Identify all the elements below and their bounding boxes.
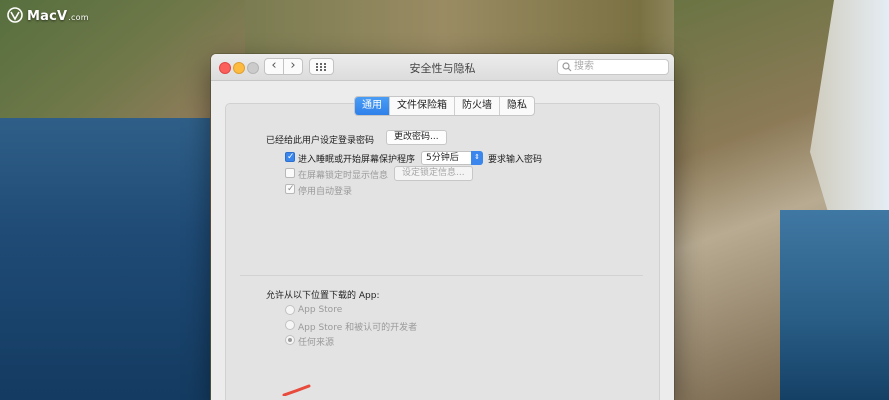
radio-anywhere-label: 任何来源 <box>298 338 335 348</box>
download-source-heading: 允许从以下位置下载的 App: <box>266 291 380 301</box>
wallpaper-sea-left <box>0 118 210 400</box>
set-lock-message-button[interactable]: 设定锁定信息... <box>394 166 473 181</box>
lock-message-checkbox[interactable] <box>285 168 295 178</box>
lock-message-label: 在屏幕锁定时显示信息 <box>298 171 389 181</box>
password-delay-value: 5分钟后 <box>426 153 459 163</box>
chevron-updown-icon: ⇕ <box>471 151 483 165</box>
watermark-brand: MacV <box>27 9 68 24</box>
security-privacy-window: ‹ › 安全性与隐私 搜索 通用 文件保险箱 防火墙 隐私 已经给此用户设定登录… <box>211 54 674 400</box>
tab-bar: 通用 文件保险箱 防火墙 隐私 <box>354 96 535 116</box>
tab-firewall[interactable]: 防火墙 <box>455 97 500 115</box>
search-icon <box>562 62 572 72</box>
require-password-suffix: 要求输入密码 <box>488 155 543 165</box>
radio-anywhere[interactable] <box>285 335 295 345</box>
require-password-label: 进入睡眠或开始屏幕保护程序 <box>298 155 416 165</box>
disable-autologin-label: 停用自动登录 <box>298 187 353 197</box>
settings-panel <box>225 103 660 400</box>
require-password-checkbox[interactable]: ✓ <box>285 152 295 162</box>
watermark-logo: MacV.com <box>6 7 89 24</box>
radio-app-store-label: App Store <box>298 305 343 315</box>
search-placeholder: 搜索 <box>574 61 594 72</box>
titlebar: ‹ › 安全性与隐私 搜索 <box>211 54 674 81</box>
section-divider <box>240 275 643 276</box>
radio-app-store[interactable] <box>285 305 295 315</box>
password-set-label: 已经给此用户设定登录密码 <box>266 136 375 146</box>
password-delay-select[interactable]: 5分钟后 ⇕ <box>421 151 483 165</box>
tab-privacy[interactable]: 隐私 <box>500 97 534 115</box>
tab-general[interactable]: 通用 <box>355 97 390 115</box>
change-password-button[interactable]: 更改密码... <box>386 130 447 145</box>
search-field[interactable]: 搜索 <box>557 59 669 75</box>
disable-autologin-checkbox[interactable]: ✓ <box>285 184 295 194</box>
watermark-suffix: .com <box>68 13 89 22</box>
macv-logo-icon <box>6 7 24 23</box>
tab-filevault[interactable]: 文件保险箱 <box>390 97 455 115</box>
checkmark-icon: ✓ <box>287 152 295 162</box>
annotation-arrow-icon <box>282 384 311 396</box>
checkmark-icon: ✓ <box>287 184 295 194</box>
radio-identified-developers[interactable] <box>285 320 295 330</box>
radio-identified-developers-label: App Store 和被认可的开发者 <box>298 323 418 333</box>
wallpaper-sea-right <box>780 210 889 400</box>
